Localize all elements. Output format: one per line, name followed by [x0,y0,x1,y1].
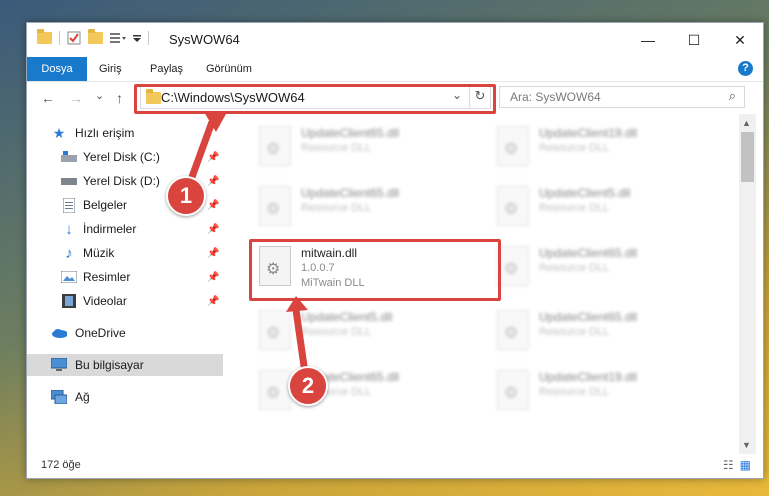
step-1-badge: 1 [166,176,206,216]
annotation-arrows [184,112,310,381]
step-2-badge: 2 [288,366,328,406]
arrow-2-head [286,296,308,312]
